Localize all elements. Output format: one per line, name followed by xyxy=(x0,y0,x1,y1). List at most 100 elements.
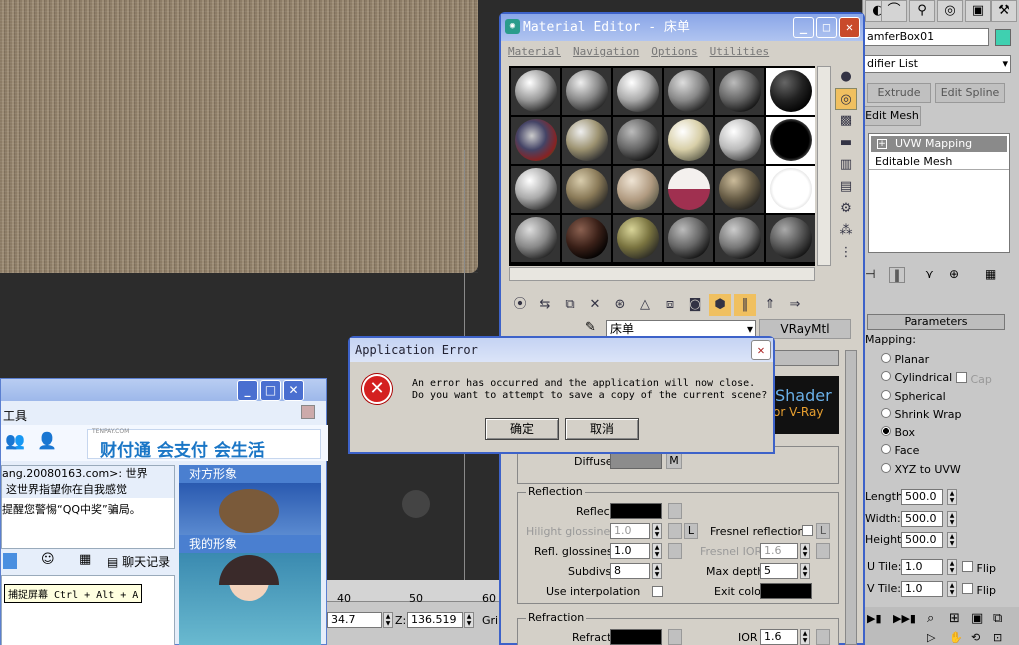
mapping-option-shrink-wrap[interactable]: Shrink Wrap xyxy=(881,407,1016,426)
material-sample-slot[interactable] xyxy=(613,68,662,115)
utilities-tab-icon[interactable]: ⚒ xyxy=(991,0,1017,22)
fresnel-ior-map-button[interactable] xyxy=(816,543,830,559)
material-sample-slot[interactable] xyxy=(511,68,560,115)
make-unique-icon[interactable]: △ xyxy=(634,294,656,316)
width-field[interactable]: 500.0 xyxy=(901,511,943,527)
hierarchy-tab-icon[interactable]: ⚲ xyxy=(909,0,935,22)
modifier-list-dropdown[interactable]: difier List ▾ xyxy=(863,55,1011,73)
material-sample-slot[interactable] xyxy=(664,68,713,115)
modify-tab-icon[interactable]: ⌒ xyxy=(881,0,907,22)
peer-avatar-header[interactable]: 对方形象 xyxy=(179,465,321,483)
radio-selected-icon[interactable] xyxy=(881,426,891,437)
modifier-stack[interactable]: + UVW Mapping Editable Mesh xyxy=(868,133,1010,253)
ok-button[interactable]: 确定 xyxy=(485,418,559,440)
material-map-navigator-icon[interactable]: ⋮ xyxy=(835,242,857,264)
show-map-in-viewport-icon[interactable]: ⬢ xyxy=(709,294,731,316)
reflect-color-swatch[interactable] xyxy=(610,503,662,519)
material-sample-slot[interactable] xyxy=(715,166,764,213)
configure-sets-icon[interactable]: ▦ xyxy=(985,267,996,281)
material-sample-slot[interactable] xyxy=(766,166,815,213)
mapping-option-xyz-to-uvw[interactable]: XYZ to UVW xyxy=(881,462,1016,481)
v-tile-spinner[interactable]: ▲ ▼ xyxy=(947,581,957,597)
material-sample-slot[interactable] xyxy=(613,215,662,262)
show-end-result-icon[interactable]: ‖ xyxy=(889,267,905,283)
diffuse-map-button[interactable]: M xyxy=(666,453,682,469)
material-sample-slot[interactable] xyxy=(613,117,662,164)
assign-to-selection-icon[interactable]: ⧉ xyxy=(559,294,581,316)
menu-utilities[interactable]: Utilities xyxy=(710,45,770,58)
display-tab-icon[interactable]: ▣ xyxy=(965,0,991,22)
make-preview-icon[interactable]: ▤ xyxy=(835,176,857,198)
radio-icon[interactable] xyxy=(881,407,891,418)
material-effects-channel-icon[interactable]: ◙ xyxy=(684,294,706,316)
material-sample-slot[interactable] xyxy=(664,166,713,213)
chat-history-button[interactable]: ▤ 聊天记录 xyxy=(107,553,170,570)
fresnel-lock-button[interactable]: L xyxy=(816,523,830,539)
select-by-material-icon[interactable]: ⁂ xyxy=(835,220,857,242)
v-tile-field[interactable]: 1.0 xyxy=(901,581,943,597)
material-sample-slot[interactable] xyxy=(715,117,764,164)
radio-icon[interactable] xyxy=(881,389,891,400)
refl-glossiness-spinner[interactable]: ▲ ▼ xyxy=(652,543,662,559)
radio-icon[interactable] xyxy=(881,462,891,473)
next-frame-icon[interactable]: ▶▮ xyxy=(867,612,882,625)
delete-icon[interactable]: ✕ xyxy=(584,294,606,316)
height-field[interactable]: 500.0 xyxy=(901,532,943,548)
close-button[interactable]: ✕ xyxy=(839,17,860,38)
material-sample-slot[interactable] xyxy=(715,68,764,115)
motion-tab-icon[interactable]: ◎ xyxy=(937,0,963,22)
material-sample-slot[interactable] xyxy=(715,215,764,262)
max-depth-spinner[interactable]: ▲ ▼ xyxy=(800,563,810,579)
slots-horizontal-scrollbar[interactable] xyxy=(509,267,815,281)
material-sample-slot[interactable] xyxy=(511,166,560,213)
fresnel-reflections-checkbox[interactable] xyxy=(802,525,813,536)
refl-glossiness-field[interactable]: 1.0 xyxy=(610,543,650,559)
material-sample-slot[interactable] xyxy=(766,68,815,115)
get-material-icon[interactable]: ⦿ xyxy=(509,294,531,316)
put-to-scene-icon[interactable]: ⇆ xyxy=(534,294,556,316)
hilight-lock-button[interactable]: L xyxy=(684,523,698,539)
length-spinner[interactable]: ▲ ▼ xyxy=(947,489,957,505)
refract-color-swatch[interactable] xyxy=(610,629,662,645)
maximize-button[interactable]: □ xyxy=(816,17,837,38)
video-color-check-icon[interactable]: ▥ xyxy=(835,154,857,176)
go-to-parent-icon[interactable]: ⇑ xyxy=(759,294,781,316)
fresnel-ior-field[interactable]: 1.6 xyxy=(760,543,798,559)
qq-minimize-button[interactable]: _ xyxy=(237,380,258,401)
material-sample-slot[interactable] xyxy=(511,117,560,164)
parameters-scrollbar[interactable] xyxy=(845,350,857,645)
refl-glossiness-map-button[interactable] xyxy=(668,543,682,559)
reflect-map-button[interactable] xyxy=(668,503,682,519)
go-to-end-icon[interactable]: ▶▶▮ xyxy=(893,612,916,625)
cancel-button[interactable]: 取消 xyxy=(565,418,639,440)
chat-input-area[interactable]: 捕捉屏幕 Ctrl + Alt + A xyxy=(1,575,175,645)
x-spinner[interactable]: ▲ ▼ xyxy=(383,612,393,628)
go-forward-to-sibling-icon[interactable]: ⇒ xyxy=(784,294,806,316)
material-sample-slot[interactable] xyxy=(766,117,815,164)
v-flip-checkbox[interactable]: Flip xyxy=(962,583,996,597)
sample-type-icon[interactable]: ● xyxy=(835,66,857,88)
radio-icon[interactable] xyxy=(881,444,891,455)
show-end-result-icon[interactable]: ‖ xyxy=(734,294,756,316)
material-sample-slot[interactable] xyxy=(664,117,713,164)
slots-vertical-scrollbar[interactable] xyxy=(817,66,831,266)
object-color-swatch[interactable] xyxy=(995,29,1011,46)
mapping-option-spherical[interactable]: Spherical xyxy=(881,389,1016,408)
timeline-ruler[interactable]: 40 50 60 xyxy=(327,580,500,605)
chat-history[interactable]: ang.20080163.com>: 世界 这世界指望你在自我感觉 提醒您警惕“… xyxy=(1,465,175,549)
pick-material-eyedropper-icon[interactable]: ✎ xyxy=(585,320,596,335)
qq-close-button[interactable]: ✕ xyxy=(283,380,304,401)
x-coordinate-field[interactable]: 34.7 xyxy=(327,612,382,628)
image-icon[interactable]: ▦ xyxy=(79,552,91,567)
material-sample-slot[interactable] xyxy=(562,215,611,262)
material-sample-slot[interactable] xyxy=(562,117,611,164)
sample-uv-tiling-icon[interactable]: ▬ xyxy=(835,132,857,154)
qq-settings-icon[interactable] xyxy=(301,405,315,419)
refract-map-button[interactable] xyxy=(668,629,682,645)
pin-stack-icon[interactable]: ⊣ xyxy=(865,267,875,281)
contacts-icon[interactable]: 👤 xyxy=(37,431,57,450)
subdivs-spinner[interactable]: ▲ ▼ xyxy=(652,563,662,579)
ior-map-button[interactable] xyxy=(816,629,830,645)
hilight-glossiness-field[interactable]: 1.0 xyxy=(610,523,650,539)
radio-icon[interactable] xyxy=(881,353,891,363)
